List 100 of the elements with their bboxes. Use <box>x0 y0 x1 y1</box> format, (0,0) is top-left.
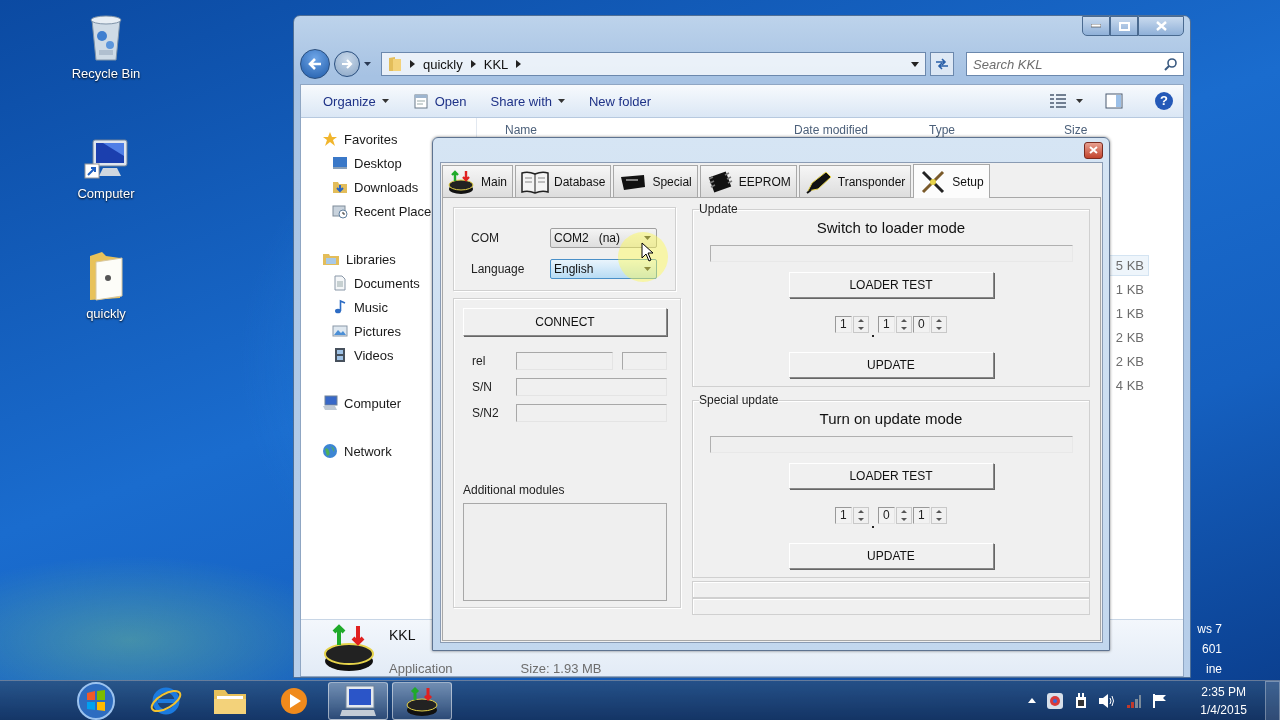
input-field[interactable] <box>516 352 613 370</box>
tab[interactable]: EEPROM <box>699 165 797 197</box>
table-cell-text: 2 KB <box>1114 328 1145 347</box>
desktop-text: ws 7 <box>1197 621 1222 638</box>
column-header[interactable]: Name <box>499 123 537 137</box>
dropdown-arrow-icon[interactable] <box>911 61 919 67</box>
tab[interactable]: Main <box>442 165 513 197</box>
field-label: COM <box>471 231 500 245</box>
input-field[interactable] <box>516 404 667 422</box>
disk-arrows-icon <box>404 684 440 717</box>
field-label: S/N <box>472 380 493 394</box>
breadcrumb-item[interactable]: KKL <box>483 56 509 72</box>
toolbar-button[interactable]: New folder <box>584 90 657 112</box>
input-field[interactable] <box>622 352 667 370</box>
desktop-icon-label[interactable]: Recycle Bin <box>71 66 141 81</box>
update-button[interactable]: UPDATE <box>788 352 994 378</box>
number-field[interactable]: 0 <box>913 316 930 333</box>
nav-item[interactable]: Desktop <box>332 151 404 175</box>
spin-buttons[interactable] <box>896 316 912 333</box>
tab[interactable]: Transponder <box>798 165 912 197</box>
desktop-icon <box>332 155 348 171</box>
nav-item[interactable]: Music <box>332 295 390 319</box>
show-desktop-button[interactable] <box>1265 680 1280 720</box>
signal-icon[interactable] <box>1126 692 1143 709</box>
number-field[interactable]: 1 <box>878 316 895 333</box>
number-field[interactable]: 1 <box>835 316 852 333</box>
start-button[interactable] <box>74 680 118 720</box>
tab[interactable]: Special <box>613 165 698 197</box>
update-button[interactable]: UPDATE <box>788 543 994 569</box>
field-label: S/N2 <box>472 406 500 420</box>
folder-icon <box>388 56 402 72</box>
column-header[interactable]: Type <box>923 123 955 137</box>
spin-buttons[interactable] <box>853 507 869 524</box>
close-button[interactable] <box>1138 16 1184 36</box>
book-icon <box>520 168 550 195</box>
nav-item[interactable]: Computer <box>322 391 404 415</box>
column-header[interactable]: Date modified <box>788 123 869 137</box>
nav-item[interactable]: Recent Place <box>332 199 434 223</box>
nav-item[interactable]: Videos <box>332 343 396 367</box>
desktop-icon-label[interactable]: Computer <box>77 186 135 201</box>
spin-buttons[interactable] <box>931 316 947 333</box>
nav-item[interactable]: Network <box>322 439 394 463</box>
column-header[interactable]: Size <box>1058 123 1088 137</box>
loader-test-button[interactable]: LOADER TEST <box>788 463 994 489</box>
maximize-button[interactable] <box>1110 16 1138 36</box>
nav-item[interactable]: Pictures <box>332 319 403 343</box>
forward-button[interactable] <box>334 51 360 77</box>
close-icon <box>1155 21 1167 31</box>
group-title: Special update <box>699 393 779 407</box>
toolbar-button[interactable]: Open <box>407 90 472 112</box>
view-list-icon <box>1050 94 1066 108</box>
address-bar[interactable]: quickly KKL <box>381 52 926 76</box>
minimize-button[interactable] <box>1082 16 1110 36</box>
chevron-icon <box>410 60 415 68</box>
spin-buttons[interactable] <box>896 507 912 524</box>
table-cell-text: 1 KB <box>1114 304 1145 323</box>
desktop-icon-label[interactable]: quickly <box>86 306 126 321</box>
table-cell-text: 2 KB <box>1114 352 1145 371</box>
plug-icon[interactable] <box>1074 691 1089 710</box>
com-port-dropdown[interactable]: COM2 (na) <box>550 228 657 248</box>
show-hidden-icon[interactable] <box>1028 698 1037 703</box>
tab[interactable]: Setup <box>913 164 990 198</box>
spin-buttons[interactable] <box>853 316 869 333</box>
speaker-icon[interactable] <box>1098 692 1117 709</box>
nav-item[interactable]: Documents <box>332 271 422 295</box>
caret-icon <box>1076 99 1083 103</box>
disk-arrows-icon <box>447 168 477 195</box>
flag-icon[interactable] <box>1152 692 1169 709</box>
nav-item[interactable]: Downloads <box>332 175 421 199</box>
toolbar-button[interactable]: Share with <box>485 90 570 112</box>
chevron-icon <box>470 60 476 68</box>
loader-test-button[interactable]: LOADER TEST <box>788 272 994 298</box>
number-field[interactable]: 1 <box>835 507 852 524</box>
language-dropdown[interactable]: English <box>550 259 657 279</box>
taskbar-button[interactable] <box>392 681 452 720</box>
spin-buttons[interactable] <box>931 507 947 524</box>
nav-item[interactable]: Favorites <box>322 127 400 151</box>
folder-arrow-icon <box>332 179 348 195</box>
section-heading: Turn on update mode <box>819 410 963 428</box>
close-button[interactable] <box>1084 141 1103 159</box>
nav-item[interactable]: Libraries <box>322 247 398 271</box>
app-tray-icon[interactable] <box>1046 691 1065 710</box>
number-field[interactable]: 1 <box>913 507 930 524</box>
input-field[interactable] <box>516 378 667 396</box>
taskbar-button[interactable] <box>328 681 388 720</box>
help-button[interactable]: ? <box>1155 92 1173 110</box>
search-field[interactable]: Search KKL <box>966 52 1184 76</box>
refresh-button[interactable] <box>930 52 954 76</box>
tab[interactable]: Database <box>515 165 612 197</box>
breadcrumb-item[interactable]: quickly <box>423 56 463 72</box>
clock[interactable]: 2:35 PM 1/4/2015 <box>1196 682 1251 719</box>
back-button[interactable] <box>300 49 330 79</box>
picture-icon <box>332 323 348 339</box>
cursor-highlight <box>618 232 668 282</box>
toolbar-button[interactable]: Organize <box>318 90 394 112</box>
computer-icon <box>322 395 338 411</box>
computer-icon[interactable] <box>83 138 129 182</box>
connect-button[interactable]: CONNECT <box>463 308 667 336</box>
number-field[interactable]: 0 <box>878 507 895 524</box>
cursor-icon <box>641 242 654 262</box>
